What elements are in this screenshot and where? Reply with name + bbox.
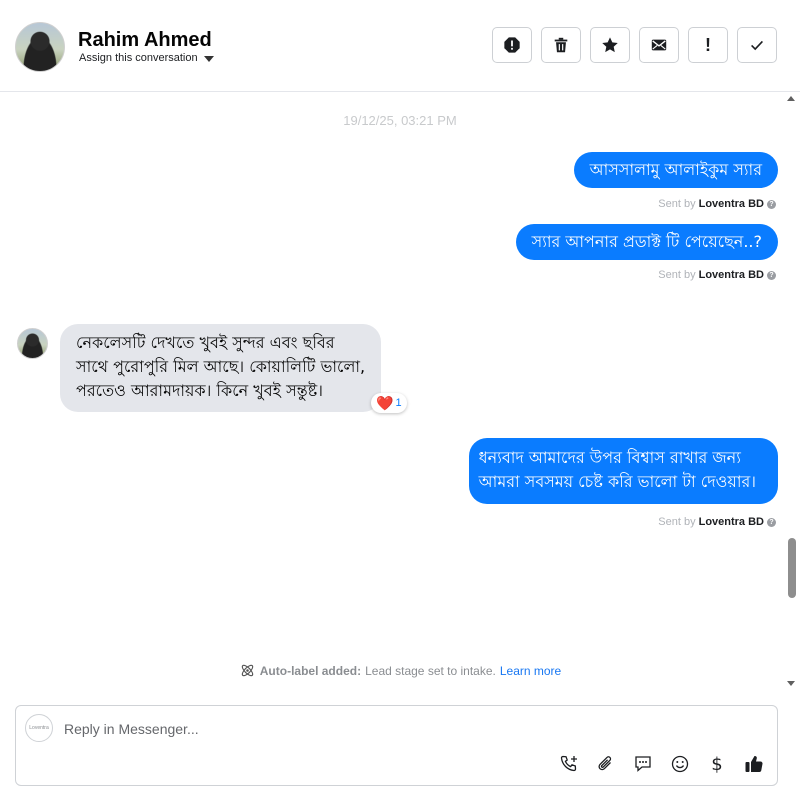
reaction-count: 1 bbox=[395, 397, 402, 409]
sent-by-prefix: Sent by bbox=[658, 198, 696, 210]
message-line: ধন্যবাদ আমাদের উপর বিশ্বাস রাখার জন্য bbox=[478, 448, 741, 467]
message-bubble-outgoing[interactable]: স্যার আপনার প্রডাক্ট টি পেয়েছেন..? bbox=[515, 224, 778, 260]
trash-icon bbox=[554, 37, 568, 53]
follow-up-button[interactable]: ! bbox=[688, 27, 728, 63]
atom-icon bbox=[241, 664, 253, 677]
chevron-down-icon bbox=[203, 55, 214, 62]
sent-by-prefix: Sent by bbox=[658, 516, 696, 528]
message-line: নেকলেসটি দেখতে খুবই সুন্দর এবং ছবির bbox=[76, 333, 335, 352]
heart-reaction-icon: ❤️ bbox=[376, 395, 394, 411]
attach-file-button[interactable] bbox=[595, 753, 617, 775]
call-add-icon bbox=[560, 755, 577, 772]
scroll-down-arrow-icon[interactable] bbox=[787, 681, 795, 686]
exclamation-icon: ! bbox=[705, 34, 711, 55]
conversation-header: Rahim Ahmed Assign this conversation ! bbox=[0, 0, 800, 92]
star-button[interactable] bbox=[590, 27, 630, 63]
dollar-icon: $ bbox=[711, 753, 723, 775]
mark-spam-button[interactable] bbox=[492, 27, 532, 63]
spam-icon bbox=[504, 37, 520, 53]
page-avatar: Loventra bbox=[25, 714, 53, 742]
scroll-up-arrow-icon[interactable] bbox=[787, 96, 795, 101]
thread-timestamp: 19/12/25, 03:21 PM bbox=[343, 113, 457, 128]
learn-more-link[interactable]: Learn more bbox=[500, 664, 561, 678]
thread-scrollbar[interactable] bbox=[784, 92, 800, 692]
auto-label-title: Auto-label added: bbox=[259, 663, 362, 678]
conversation-toolbar: ! bbox=[492, 27, 777, 63]
message-bubble-outgoing[interactable]: আসসালামু আলাইকুম স্যার bbox=[573, 152, 778, 188]
message-reaction[interactable]: ❤️ 1 bbox=[371, 393, 407, 413]
sent-by-prefix: Sent by bbox=[658, 269, 696, 281]
contact-name[interactable]: Rahim Ahmed bbox=[78, 29, 212, 52]
mark-done-button[interactable] bbox=[737, 27, 777, 63]
sent-by-name: Loventra BD bbox=[698, 516, 764, 528]
help-icon[interactable]: ? bbox=[767, 517, 776, 527]
emoji-icon bbox=[671, 755, 689, 773]
sent-by-name: Loventra BD bbox=[698, 198, 764, 210]
auto-label-notice: Auto-label added: Lead stage set to inta… bbox=[0, 662, 800, 679]
assign-conversation-dropdown[interactable]: Assign this conversation bbox=[79, 52, 214, 64]
auto-label-text: Lead stage set to intake. bbox=[365, 663, 496, 678]
like-button[interactable] bbox=[743, 753, 765, 775]
envelope-icon bbox=[651, 39, 667, 51]
contact-avatar-small[interactable] bbox=[17, 328, 48, 359]
reply-input[interactable] bbox=[64, 718, 744, 740]
sent-by-label: Sent by Loventra BD ? bbox=[658, 516, 776, 528]
saved-reply-icon bbox=[635, 756, 651, 772]
sent-by-label: Sent by Loventra BD ? bbox=[658, 198, 776, 210]
message-line: সাথে পুরোপুরি মিল আছে। কোয়ালিটি ভালো, bbox=[76, 357, 366, 376]
mark-unread-button[interactable] bbox=[639, 27, 679, 63]
message-bubble-incoming[interactable]: নেকলেসটি দেখতে খুবই সুন্দর এবং ছবির সাথে… bbox=[60, 324, 382, 412]
scroll-thumb[interactable] bbox=[788, 538, 796, 598]
saved-replies-button[interactable] bbox=[632, 753, 654, 775]
message-bubble-outgoing[interactable]: ধন্যবাদ আমাদের উপর বিশ্বাস রাখার জন্য আম… bbox=[468, 438, 778, 504]
sent-by-name: Loventra BD bbox=[698, 269, 764, 281]
help-icon[interactable]: ? bbox=[767, 199, 776, 209]
delete-button[interactable] bbox=[541, 27, 581, 63]
reply-composer: Loventra $ bbox=[15, 705, 778, 786]
help-icon[interactable]: ? bbox=[767, 270, 776, 280]
add-call-button[interactable] bbox=[558, 753, 580, 775]
emoji-button[interactable] bbox=[669, 753, 691, 775]
assign-label: Assign this conversation bbox=[79, 52, 198, 64]
thumbs-up-icon bbox=[745, 755, 763, 773]
attachment-icon bbox=[598, 756, 612, 771]
star-icon bbox=[602, 37, 618, 53]
contact-avatar[interactable] bbox=[15, 22, 65, 72]
message-thread[interactable]: 19/12/25, 03:21 PM আসসালামু আলাইকুম স্যা… bbox=[0, 92, 800, 692]
message-line: আমরা সবসময় চেষ্ট করি ভালো টা দেওয়ার। bbox=[478, 472, 756, 491]
checkmark-icon bbox=[751, 40, 763, 51]
payment-button[interactable]: $ bbox=[706, 753, 728, 775]
message-line: পরতেও আরামদায়ক। কিনে খুবই সন্তুষ্ট। bbox=[76, 381, 323, 400]
sent-by-label: Sent by Loventra BD ? bbox=[658, 269, 776, 281]
composer-actions: $ bbox=[558, 753, 765, 775]
